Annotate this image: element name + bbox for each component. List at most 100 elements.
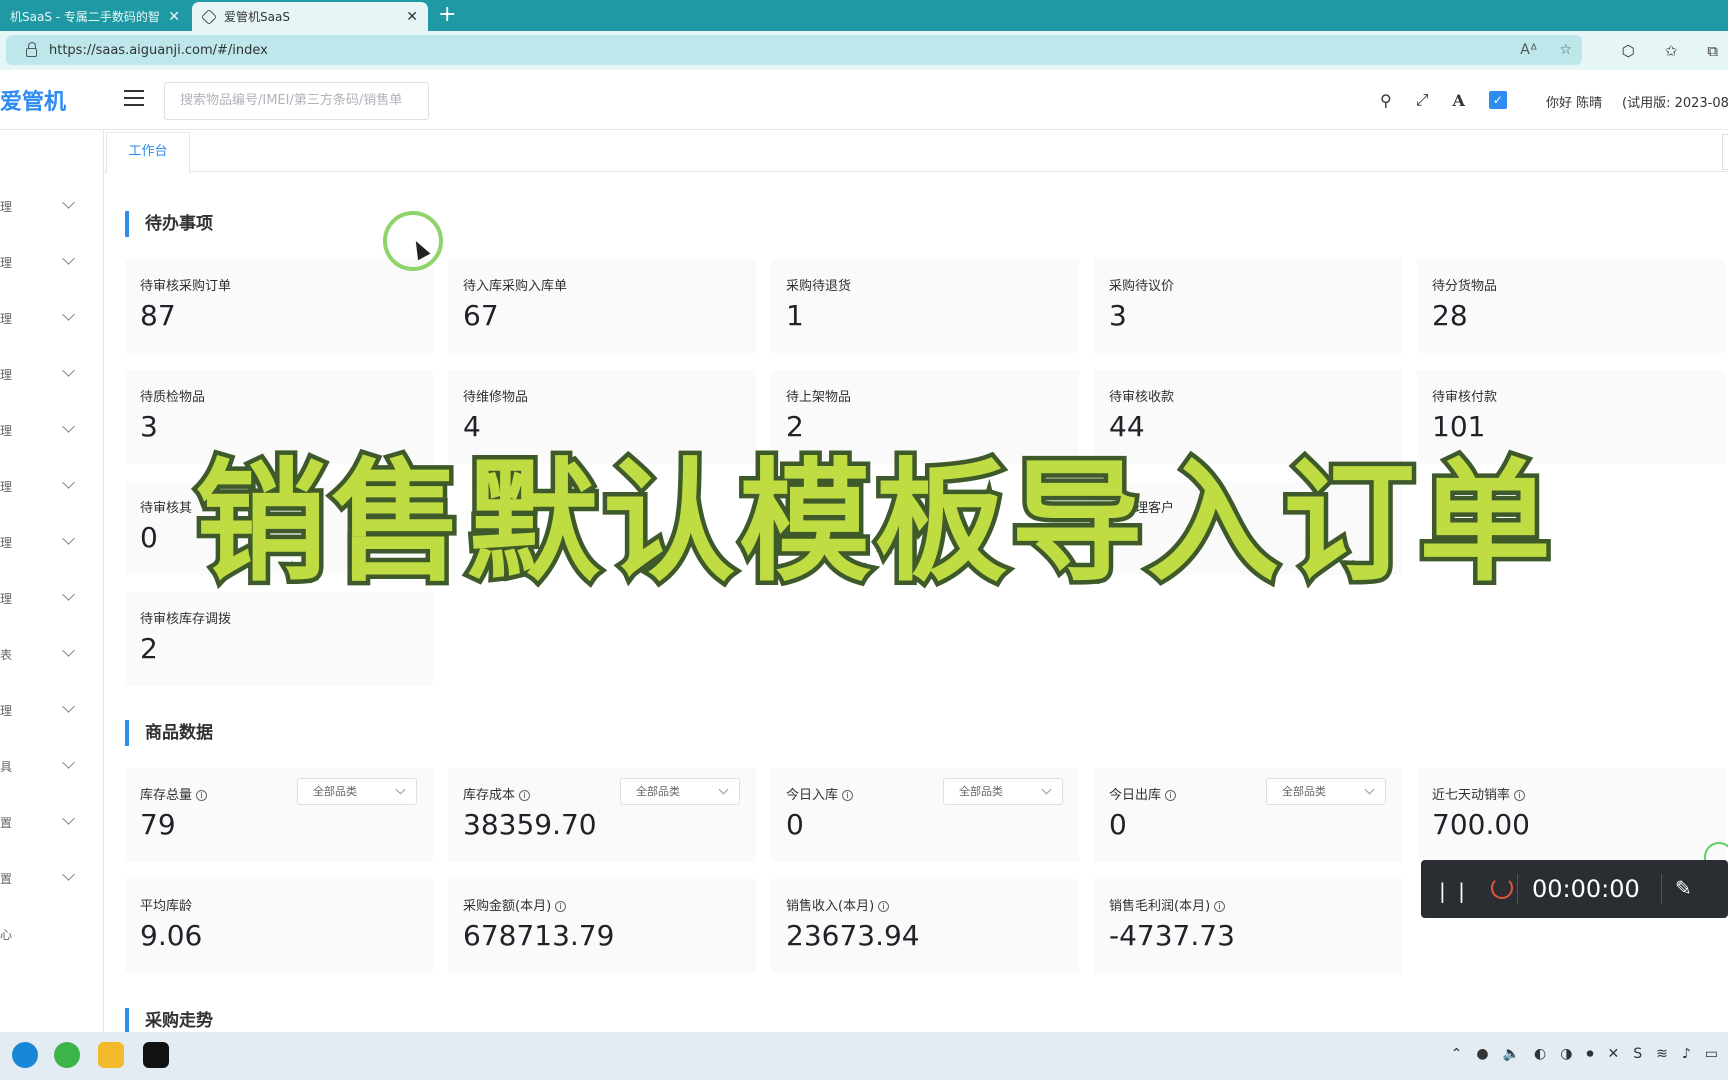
info-icon[interactable]: i <box>1514 790 1526 801</box>
category-select[interactable]: 全部品类 <box>620 778 740 805</box>
todo-card[interactable]: 待审核库存调拨 2 <box>125 592 433 686</box>
sidebar-item[interactable]: 理 <box>0 292 104 348</box>
favorites-icon[interactable]: ✩ <box>1665 42 1678 60</box>
info-icon[interactable]: i <box>842 790 854 801</box>
wechat-icon[interactable] <box>54 1042 80 1068</box>
tray-app-icon[interactable]: ✕ <box>1607 1046 1619 1062</box>
menu-toggle-icon[interactable] <box>124 90 144 106</box>
goods-card[interactable]: 今日出库 i 全部品类 0 <box>1094 768 1402 862</box>
info-icon[interactable]: i <box>1165 790 1177 801</box>
sidebar-item[interactable]: 理 <box>0 516 104 572</box>
todo-card[interactable]: 采购待退货 1 <box>771 259 1079 353</box>
trial-info: (试用版: 2023-08 <box>1622 96 1728 111</box>
goods-card[interactable]: 采购金额(本月) i 678713.79 <box>448 879 756 973</box>
goods-card[interactable]: 销售收入(本月) i 23673.94 <box>771 879 1079 973</box>
pause-icon[interactable]: | | <box>1439 879 1468 903</box>
wifi-icon[interactable]: ≋ <box>1656 1046 1668 1062</box>
sidebar-item[interactable]: 理 <box>0 404 104 460</box>
todo-card[interactable]: 采购待议价 3 <box>1094 259 1402 353</box>
tray-app-icon[interactable]: ● <box>1476 1046 1488 1062</box>
sidebar-item[interactable]: 理 <box>0 572 104 628</box>
browser-tab-active[interactable]: 爱管机SaaS ✕ <box>192 2 428 31</box>
sidebar-item[interactable]: 心 <box>0 908 104 964</box>
info-icon[interactable]: i <box>196 790 208 801</box>
chevron-down-icon <box>62 756 75 769</box>
file-explorer-icon[interactable] <box>98 1042 124 1068</box>
tray-app-icon[interactable]: ◑ <box>1560 1046 1572 1062</box>
sidebar-item[interactable]: 表 <box>0 628 104 684</box>
microphone-icon[interactable]: ⏺ <box>1586 1046 1593 1062</box>
browser-tab-bar: 机SaaS - 专属二手数码的智 ✕ 爱管机SaaS ✕ + <box>0 0 1728 31</box>
category-select[interactable]: 全部品类 <box>297 778 417 805</box>
sidebar-item[interactable]: 置 <box>0 852 104 908</box>
browser-tab-inactive[interactable]: 机SaaS - 专属二手数码的智 ✕ <box>0 2 190 31</box>
search-icon[interactable]: ⚲ <box>1380 91 1392 110</box>
chevron-down-icon <box>62 700 75 713</box>
fullscreen-icon[interactable]: ⤢ <box>1416 90 1429 110</box>
read-aloud-icon[interactable]: Aᐞ <box>1520 42 1537 58</box>
chevron-down-icon <box>62 588 75 601</box>
speaker-icon[interactable]: ♪ <box>1682 1046 1691 1062</box>
sidebar-item[interactable]: 置 <box>0 796 104 852</box>
lock-icon <box>26 41 37 57</box>
close-tab-icon[interactable]: ✕ <box>406 9 418 25</box>
sidebar-item[interactable]: 理 <box>0 348 104 404</box>
goods-card[interactable]: 平均库龄 9.06 <box>125 879 433 973</box>
tab-workbench[interactable]: 工作台 <box>106 132 190 173</box>
collections-icon[interactable]: ⧉ <box>1707 42 1718 60</box>
goods-card[interactable]: 库存总量 i 全部品类 79 <box>125 768 433 862</box>
chevron-down-icon <box>62 364 75 377</box>
url-field[interactable]: https://saas.aiguanji.com/#/index Aᐞ ☆ <box>6 35 1582 65</box>
sidebar-item[interactable]: 理 <box>0 236 104 292</box>
browser-tab-title: 机SaaS - 专属二手数码的智 <box>10 10 160 24</box>
info-icon[interactable]: i <box>1214 901 1226 912</box>
sidebar-item[interactable]: 理 <box>0 684 104 740</box>
chevron-down-icon <box>62 532 75 545</box>
tray-app-icon[interactable]: ◐ <box>1534 1046 1546 1062</box>
page-tab-strip: 工作台 <box>104 130 1728 173</box>
tray-app-icon[interactable]: S <box>1633 1046 1642 1062</box>
add-favorite-icon[interactable]: ☆ <box>1559 42 1572 58</box>
os-taskbar: ⌃ ● 🔈 ◐ ◑ ⏺ ✕ S ≋ ♪ ▭ <box>0 1032 1728 1080</box>
sidebar-item[interactable]: 具 <box>0 740 104 796</box>
sidebar-item[interactable]: 理 <box>0 460 104 516</box>
battery-icon[interactable]: ▭ <box>1705 1046 1718 1062</box>
info-icon[interactable]: i <box>519 790 531 801</box>
close-tab-icon[interactable]: ✕ <box>168 9 180 25</box>
theme-checkbox-icon[interactable]: ✓ <box>1488 91 1507 109</box>
capcut-icon[interactable] <box>143 1042 169 1068</box>
app-logo[interactable]: 爱管机 <box>0 84 66 116</box>
edge-browser-icon[interactable] <box>12 1042 38 1068</box>
goods-card[interactable]: 今日入库 i 全部品类 0 <box>771 768 1079 862</box>
section-title-goods: 商品数据 <box>125 720 213 746</box>
stop-recording-icon[interactable] <box>1491 877 1513 899</box>
category-select[interactable]: 全部品类 <box>943 778 1063 805</box>
chevron-down-icon <box>62 252 75 265</box>
search-input[interactable]: 搜索物品编号/IMEI/第三方条码/销售单 <box>164 82 429 120</box>
volume-icon[interactable]: 🔈 <box>1503 1046 1520 1062</box>
screen-recorder-bar: | | 00:00:00 ✎ <box>1421 860 1728 918</box>
todo-card[interactable]: 待分货物品 28 <box>1417 259 1725 353</box>
chevron-down-icon <box>1364 784 1375 795</box>
address-bar: https://saas.aiguanji.com/#/index Aᐞ ☆ ⬡… <box>0 31 1728 70</box>
font-size-icon[interactable]: A <box>1453 91 1465 110</box>
sidebar-item[interactable]: 理 <box>0 180 104 236</box>
user-greeting[interactable]: 你好 陈晴 <box>1546 92 1602 111</box>
category-select[interactable]: 全部品类 <box>1266 778 1386 805</box>
app-header: 爱管机 搜索物品编号/IMEI/第三方条码/销售单 ⚲ ⤢ A ✓ 你好 陈晴 … <box>0 70 1728 130</box>
goods-card[interactable]: 库存成本 i 全部品类 38359.70 <box>448 768 756 862</box>
browser-tab-title: 爱管机SaaS <box>224 10 290 24</box>
chevron-up-icon[interactable]: ⌃ <box>1451 1046 1463 1062</box>
todo-card[interactable]: 待入库采购入库单 67 <box>448 259 756 353</box>
chevron-down-icon <box>62 812 75 825</box>
extensions-icon[interactable]: ⬡ <box>1622 42 1635 60</box>
goods-card[interactable]: 近七天动销率 i 700.00 <box>1417 768 1725 862</box>
new-tab-button[interactable]: + <box>438 3 456 27</box>
chevron-down-icon <box>62 308 75 321</box>
pen-icon[interactable]: ✎ <box>1675 876 1692 900</box>
info-icon[interactable]: i <box>878 901 890 912</box>
todo-card[interactable]: 待审核采购订单 87 <box>125 259 433 353</box>
goods-card[interactable]: 销售毛利润(本月) i -4737.73 <box>1094 879 1402 973</box>
info-icon[interactable]: i <box>555 901 567 912</box>
chevron-down-icon <box>1041 784 1052 795</box>
